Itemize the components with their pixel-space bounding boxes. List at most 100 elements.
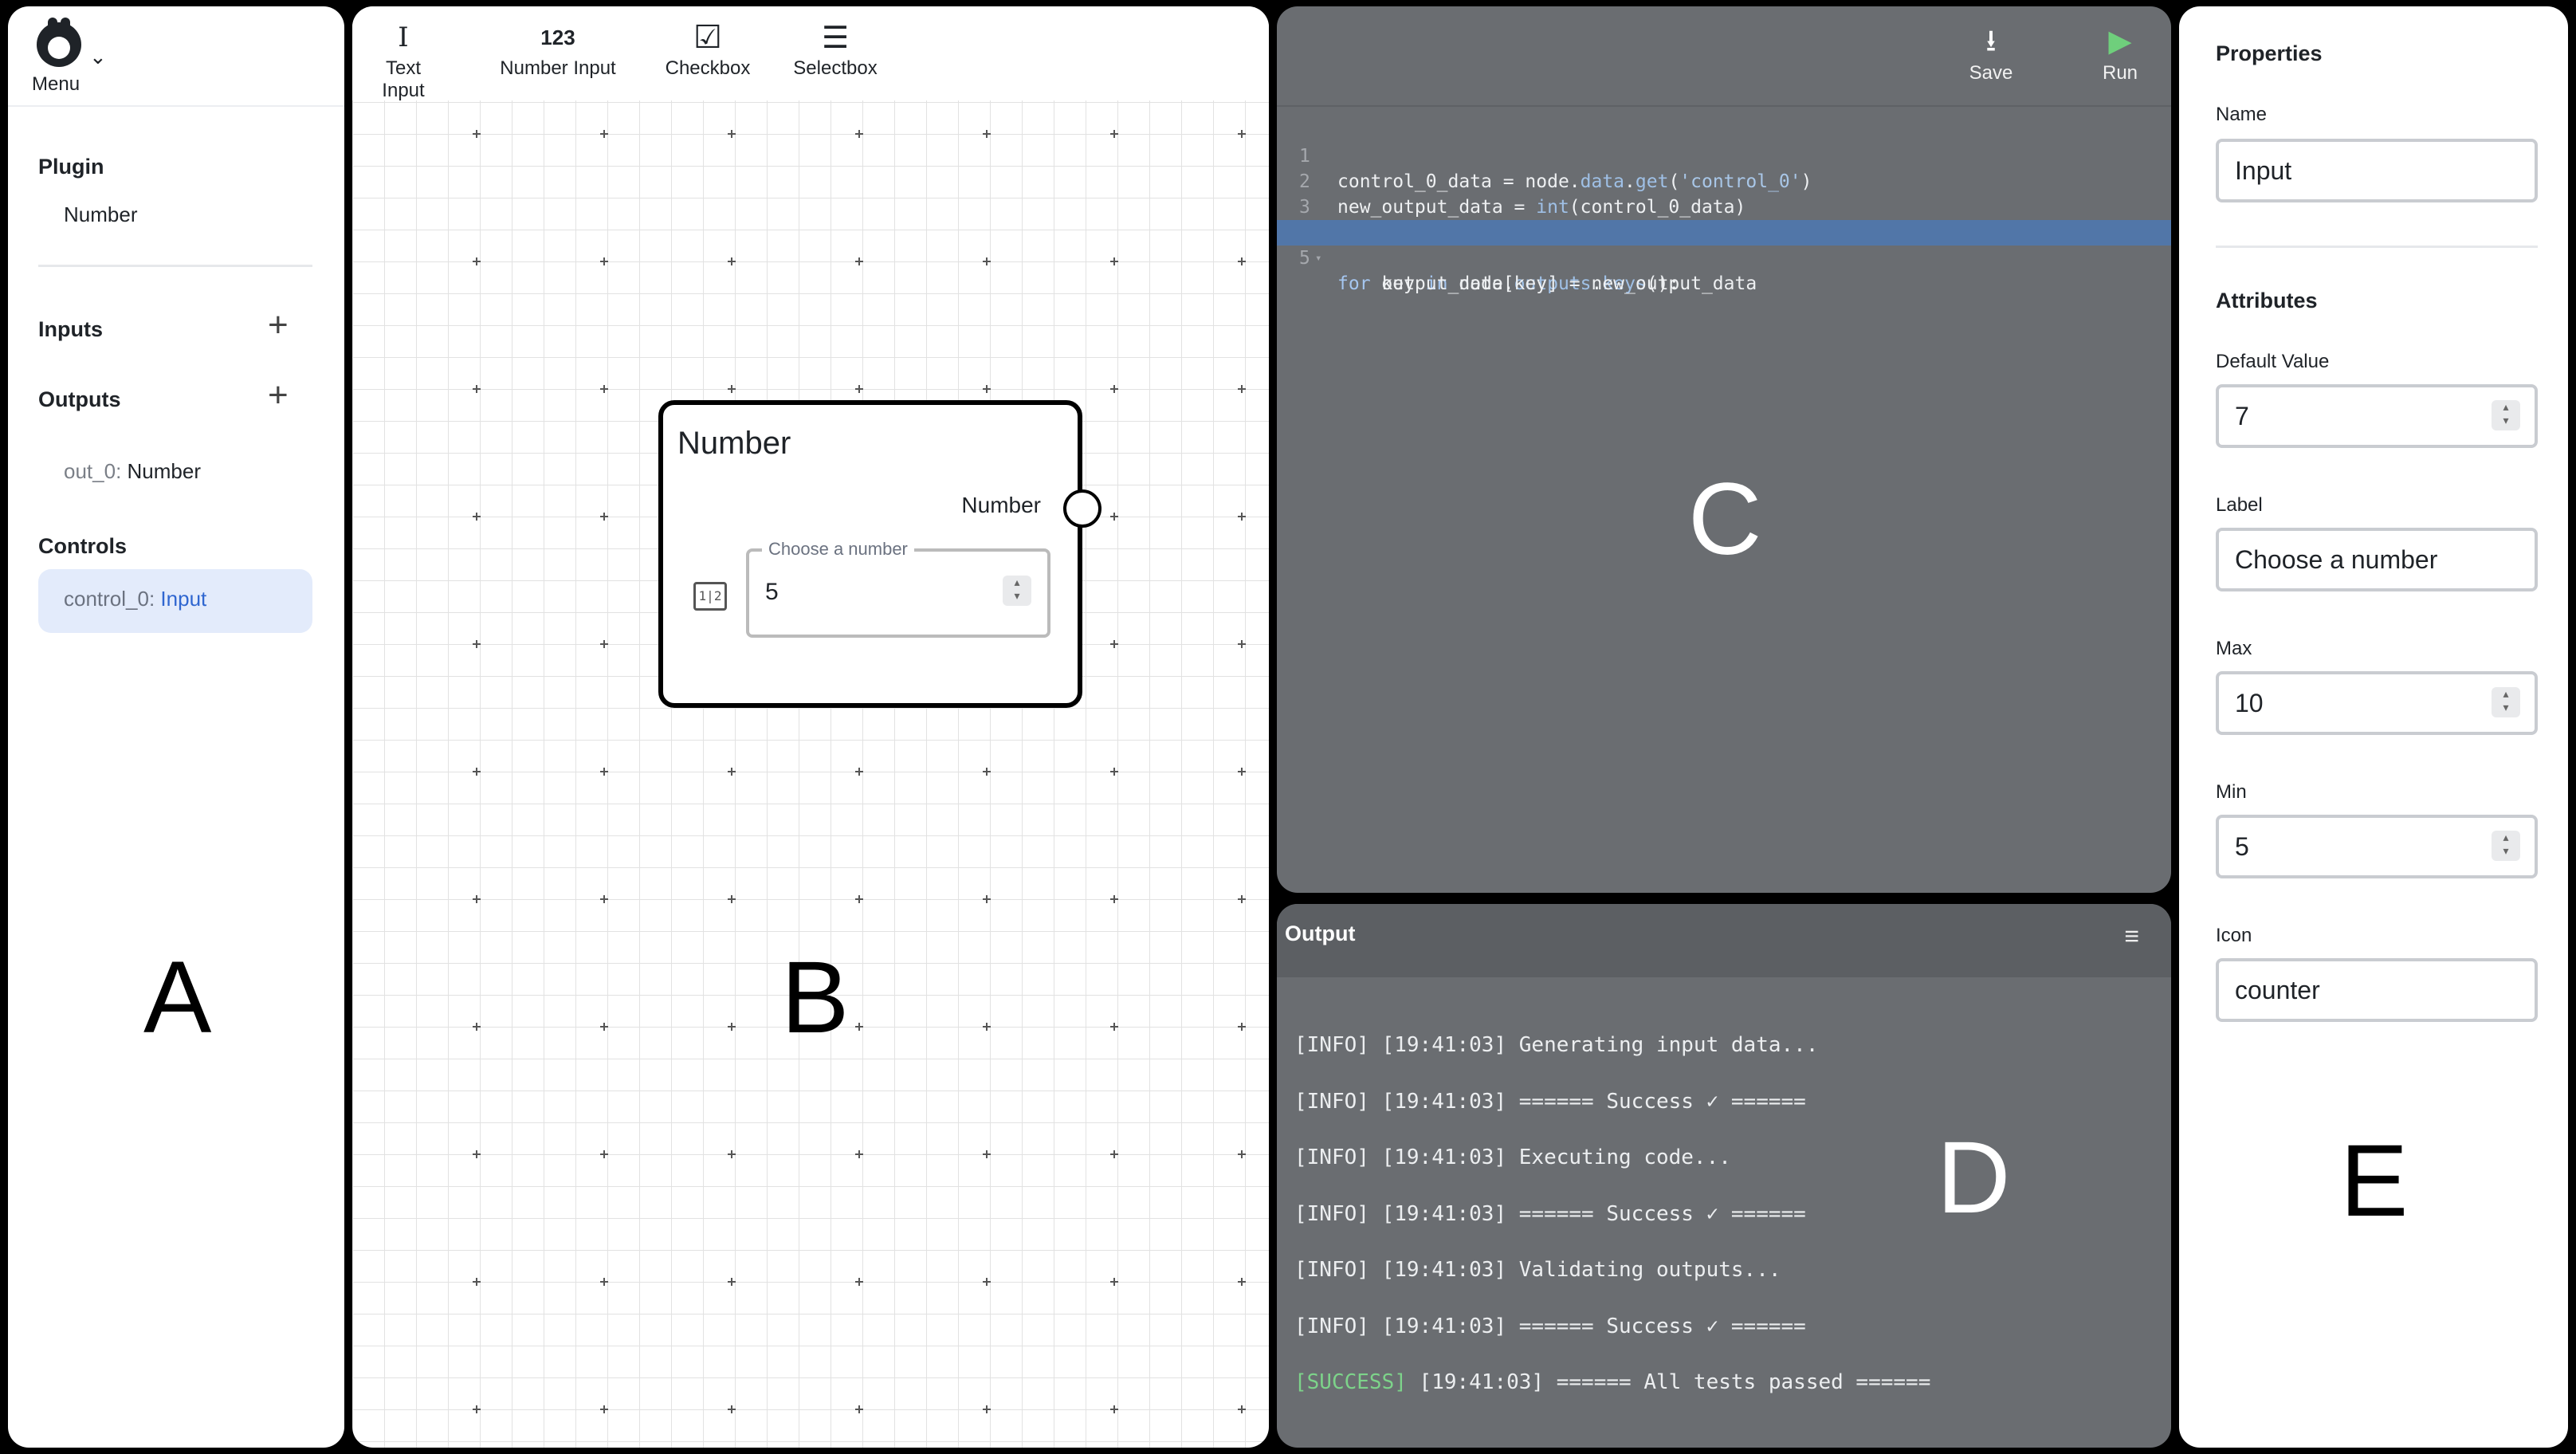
editor-toolbar: ⭳ Save ▶ Run xyxy=(1277,6,2171,105)
log-message: ====== Success ✓ ====== xyxy=(1518,1089,1806,1114)
log-level: [INFO] xyxy=(1294,1314,1369,1338)
grid-crosshairs xyxy=(473,130,1246,1413)
selectbox-tool[interactable]: ☰ Selectbox xyxy=(787,18,883,80)
log-line: [INFO] [19:41:03] Executing code... xyxy=(1294,1146,1930,1202)
name-value: Input xyxy=(2235,156,2292,185)
icon-value: counter xyxy=(2235,976,2320,1004)
icon-label: Icon xyxy=(2216,925,2252,946)
output-item[interactable]: out_0: Number xyxy=(64,459,201,484)
add-output-button[interactable]: + xyxy=(268,378,289,413)
plugin-sidebar: ⌄ Menu Plugin Number Inputs + Outputs + … xyxy=(8,6,344,1448)
node-canvas[interactable]: I Text Input 123 Number Input ☑ Checkbox… xyxy=(352,6,1269,1448)
label-label: Label xyxy=(2216,494,2263,516)
log-time: [19:41:03] xyxy=(1381,1089,1507,1114)
number-icon: 123 xyxy=(540,26,575,49)
properties-title: Properties xyxy=(2216,41,2323,65)
output-title: Output xyxy=(1285,922,1356,945)
log-line: [INFO] [19:41:03] ====== Success ✓ =====… xyxy=(1294,1202,1930,1259)
label-value: Choose a number xyxy=(2235,545,2438,574)
panel-marker-a: A xyxy=(143,941,212,1055)
tool-label: Checkbox xyxy=(665,57,751,79)
number-stepper[interactable]: ▴ ▾ xyxy=(2492,400,2520,430)
node-output-label: Number xyxy=(961,493,1041,517)
log-message: ====== Success ✓ ====== xyxy=(1518,1314,1806,1338)
run-button[interactable]: ▶ Run xyxy=(2088,21,2152,84)
run-label: Run xyxy=(2102,62,2138,84)
attributes-title: Attributes xyxy=(2216,289,2318,312)
log-line: [INFO] [19:41:03] Validating outputs... xyxy=(1294,1258,1930,1314)
number-node[interactable]: Number Number 1|2 Choose a number 5 ▴ ▾ xyxy=(658,400,1101,708)
control-key: control_0: xyxy=(64,587,155,611)
line-number: 5 xyxy=(1299,248,1310,269)
log-time: [19:41:03] xyxy=(1381,1146,1507,1169)
checkbox-tool[interactable]: ☑ Checkbox xyxy=(660,18,756,80)
max-label: Max xyxy=(2216,638,2252,659)
name-label: Name xyxy=(2216,104,2268,125)
panel-marker-e: E xyxy=(2340,1124,2409,1238)
tool-label: Text Input xyxy=(382,57,425,101)
header-divider xyxy=(8,105,344,107)
clear-log-icon[interactable]: ≡ xyxy=(2124,922,2139,951)
output-port[interactable] xyxy=(1063,489,1101,528)
default-value-field[interactable]: 7 ▴ ▾ xyxy=(2216,384,2538,448)
output-header: Output ≡ xyxy=(1277,904,2171,977)
log-message: ====== All tests passed ====== xyxy=(1556,1370,1931,1394)
tool-label: Number Input xyxy=(500,57,616,79)
log-line: [SUCCESS] [19:41:03] ====== All tests pa… xyxy=(1294,1370,1930,1427)
outputs-section-title: Outputs xyxy=(38,387,121,411)
min-label: Min xyxy=(2216,781,2247,803)
control-type: Input xyxy=(160,587,207,611)
label-field[interactable]: Choose a number xyxy=(2216,528,2538,591)
max-value: 10 xyxy=(2235,689,2264,717)
log-line: [INFO] [19:41:03] ====== Success ✓ =====… xyxy=(1294,1314,1930,1371)
log-message: Executing code... xyxy=(1518,1146,1731,1169)
checkbox-icon: ☑ xyxy=(693,19,722,56)
field-label: Choose a number xyxy=(762,539,914,560)
control-item-selected[interactable]: control_0: Input xyxy=(38,569,312,633)
max-field[interactable]: 10 ▴ ▾ xyxy=(2216,671,2538,735)
panel-marker-b: B xyxy=(781,941,850,1055)
log-message: Generating input data... xyxy=(1518,1033,1819,1057)
log-area: [INFO] [19:41:03] Generating input data.… xyxy=(1294,1033,1930,1427)
number-stepper[interactable]: ▴ ▾ xyxy=(1003,576,1031,606)
text-input-tool[interactable]: I Text Input xyxy=(363,18,443,102)
menu-button[interactable]: ⌄ Menu xyxy=(24,16,135,96)
log-level: [INFO] xyxy=(1294,1033,1369,1057)
properties-panel: Properties Name Input Attributes Default… xyxy=(2179,6,2568,1448)
log-line: [INFO] [19:41:03] ====== Success ✓ =====… xyxy=(1294,1090,1930,1146)
min-value: 5 xyxy=(2235,832,2249,861)
control-toolbar: I Text Input 123 Number Input ☑ Checkbox… xyxy=(352,6,1269,102)
panel-marker-d: D xyxy=(1937,1121,2011,1235)
log-level: [INFO] xyxy=(1294,1089,1369,1114)
output-console-panel: Output ≡ [INFO] [19:41:03] Generating in… xyxy=(1277,904,2171,1448)
tool-label: Selectbox xyxy=(793,57,878,79)
code-line: 1 control_0_data = node.data.get('contro… xyxy=(1277,118,2171,192)
log-time: [19:41:03] xyxy=(1381,1033,1507,1057)
name-field[interactable]: Input xyxy=(2216,139,2538,202)
default-value-label: Default Value xyxy=(2216,351,2330,372)
number-field-icon: 1|2 xyxy=(693,582,727,611)
code-editor-panel: ⭳ Save ▶ Run 1 control_0_data = node.dat… xyxy=(1277,6,2171,893)
number-input-tool[interactable]: 123 Number Input xyxy=(494,18,622,80)
plugin-name: Number xyxy=(64,202,138,226)
icon-field[interactable]: counter xyxy=(2216,958,2538,1022)
number-stepper[interactable]: ▴ ▾ xyxy=(2492,831,2520,861)
inputs-section-title: Inputs xyxy=(38,317,103,341)
code-line: 3 xyxy=(1277,169,2171,218)
save-button[interactable]: ⭳ Save xyxy=(1959,21,2023,84)
play-icon: ▶ xyxy=(2108,25,2132,58)
log-time: [19:41:03] xyxy=(1381,1201,1507,1226)
output-key: out_0: xyxy=(64,459,122,483)
code-line: 2 new_output_data = int(control_0_data) xyxy=(1277,143,2171,218)
number-input-field[interactable]: Choose a number 5 ▴ ▾ xyxy=(746,539,1050,638)
download-icon: ⭳ xyxy=(1985,25,1997,58)
code-line: 4 ▾ for key in node.outputs.keys(): xyxy=(1277,195,2171,294)
number-stepper[interactable]: ▴ ▾ xyxy=(2492,687,2520,717)
code-area[interactable]: 1 control_0_data = node.data.get('contro… xyxy=(1277,118,2171,294)
add-input-button[interactable]: + xyxy=(268,308,289,343)
min-field[interactable]: 5 ▴ ▾ xyxy=(2216,815,2538,878)
log-message: ====== Success ✓ ====== xyxy=(1518,1201,1806,1226)
field-value: 5 xyxy=(765,579,779,605)
controls-section-title: Controls xyxy=(38,534,127,558)
selectbox-icon: ☰ xyxy=(821,20,850,55)
